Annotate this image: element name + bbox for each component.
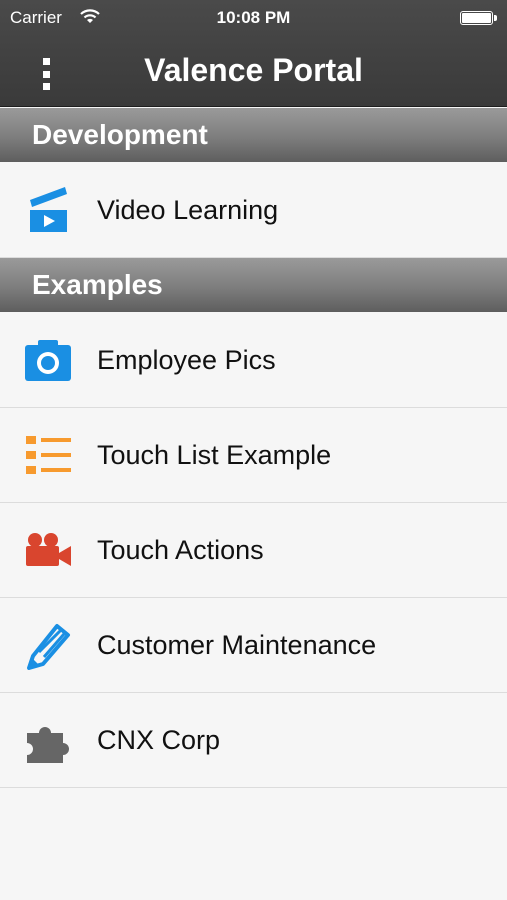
camera-icon bbox=[25, 340, 71, 381]
section-header-examples: Examples bbox=[0, 258, 507, 312]
puzzle-icon bbox=[27, 727, 69, 763]
list-item-label: Customer Maintenance bbox=[97, 629, 377, 660]
app-header: Carrier 10:08 PM Valence Portal bbox=[0, 0, 507, 107]
list-item-customer-maintenance[interactable]: Customer Maintenance bbox=[0, 598, 507, 693]
list-item-employee-pics[interactable]: Employee Pics bbox=[0, 313, 507, 408]
list-item-label: Touch List Example bbox=[97, 439, 332, 470]
status-time: 10:08 PM bbox=[216, 8, 291, 27]
status-bar: Carrier 10:08 PM bbox=[0, 0, 507, 36]
clapperboard-icon bbox=[30, 187, 67, 232]
list-item-label: Touch Actions bbox=[97, 534, 264, 565]
list-item-label: Video Learning bbox=[97, 194, 279, 225]
list-icon bbox=[26, 436, 71, 474]
list-item-touch-actions[interactable]: Touch Actions bbox=[0, 503, 507, 598]
pencil-icon bbox=[27, 624, 70, 670]
page-title: Valence Portal bbox=[144, 52, 363, 88]
battery-icon bbox=[460, 11, 493, 25]
list-item-cnx-corp[interactable]: CNX Corp bbox=[0, 693, 507, 788]
list-item-label: CNX Corp bbox=[97, 724, 221, 755]
list-item-touch-list-example[interactable]: Touch List Example bbox=[0, 408, 507, 503]
battery-tip bbox=[494, 15, 497, 21]
section-header-development: Development bbox=[0, 108, 507, 162]
list-item-label: Employee Pics bbox=[97, 344, 276, 375]
list-item-video-learning[interactable]: Video Learning bbox=[0, 163, 507, 258]
video-camera-icon bbox=[26, 533, 71, 566]
